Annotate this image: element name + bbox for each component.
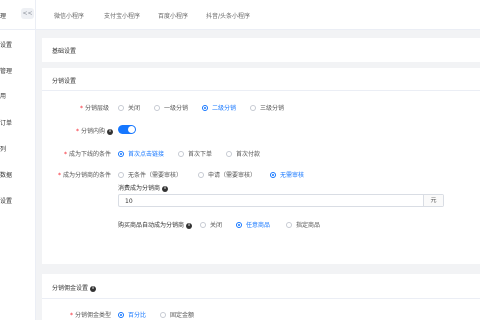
radio-icon xyxy=(160,311,166,318)
consume-amount-value: 10 xyxy=(125,198,133,205)
panel-divider xyxy=(42,298,480,299)
auto-option-any-product[interactable]: 任意商品 xyxy=(236,220,270,229)
distribution-settings-panel: 分销设置 * 分销层级 关闭 一级分销 二级分销 三级分销 * 分销内购 i * 成为下… xyxy=(42,68,480,264)
sidebar-item-manage[interactable]: 管理 xyxy=(0,66,12,75)
commission-type-percent[interactable]: 百分比 xyxy=(118,310,146,319)
radio-icon xyxy=(178,150,184,157)
become-option-apply[interactable]: 申请（需要审核） xyxy=(198,170,256,179)
platform-tabs: 微信小程序 支付宝小程序 百度小程序 抖音/头条小程序 xyxy=(36,0,480,30)
auto-option-off[interactable]: 关闭 xyxy=(200,220,222,229)
sidebar-item-data[interactable]: 数据 xyxy=(0,170,12,179)
basic-settings-title: 基础设置 xyxy=(52,48,77,55)
basic-settings-panel: 基础设置 xyxy=(42,38,480,62)
radio-icon xyxy=(200,221,206,228)
currency-unit: 元 xyxy=(423,195,443,206)
distribution-settings-title: 分销设置 xyxy=(52,78,77,85)
sidebar-header: 理 << xyxy=(0,0,35,30)
commission-type-label: * 分销佣金类型 xyxy=(70,312,112,319)
sidebar-title: 理 xyxy=(0,13,7,20)
sidebar-item-user[interactable]: 用 xyxy=(0,91,6,100)
sidebar-item-orders[interactable]: 订单 xyxy=(0,118,12,127)
sidebar-item-config[interactable]: 设置 xyxy=(0,196,12,205)
radio-icon xyxy=(118,104,124,111)
radio-icon xyxy=(226,150,232,157)
internal-purchase-switch[interactable] xyxy=(118,125,136,134)
consume-amount-input[interactable]: 10 元 xyxy=(118,194,444,207)
radio-icon xyxy=(154,104,160,111)
help-icon: i xyxy=(186,222,193,229)
radio-icon xyxy=(198,171,204,178)
radio-icon xyxy=(250,104,256,111)
bind-option-first-order[interactable]: 首次下单 xyxy=(178,149,212,158)
radio-checked-icon xyxy=(118,150,124,157)
auto-become-label: 购买商品自动成为分销商 i xyxy=(118,220,193,229)
tab-wechat[interactable]: 微信小程序 xyxy=(54,11,84,20)
help-icon: i xyxy=(162,185,169,192)
radio-checked-icon xyxy=(270,171,276,178)
become-option-unconditional[interactable]: 无条件（需要审核） xyxy=(118,170,182,179)
level-option-three[interactable]: 三级分销 xyxy=(250,103,284,112)
level-option-two[interactable]: 二级分销 xyxy=(202,103,236,112)
radio-icon xyxy=(118,171,124,178)
commission-settings-panel: 分销佣金设置 i * 分销佣金类型 百分比 固定金额 xyxy=(42,274,480,320)
tab-douyin[interactable]: 抖音/头条小程序 xyxy=(206,11,250,20)
commission-type-fixed[interactable]: 固定金额 xyxy=(160,310,194,319)
commission-settings-title: 分销佣金设置 i xyxy=(52,283,97,292)
panel-divider xyxy=(42,90,480,91)
radio-checked-icon xyxy=(202,104,208,111)
distribution-level-label: * 分销层级 xyxy=(80,105,110,112)
tab-baidu[interactable]: 百度小程序 xyxy=(158,11,188,20)
help-icon: i xyxy=(107,128,114,135)
become-distributor-label: * 成为分销商的条件 xyxy=(58,172,112,179)
radio-icon xyxy=(286,221,292,228)
consume-distributor-label: 消费成为分销商 i xyxy=(118,183,169,192)
sidebar: 理 << 设置 管理 用 订单 列 数据 设置 xyxy=(0,0,36,320)
bind-option-first-pay[interactable]: 首次付款 xyxy=(226,149,260,158)
auto-option-specified-product[interactable]: 指定商品 xyxy=(286,220,320,229)
sidebar-item-settings[interactable]: 设置 xyxy=(0,40,12,49)
level-option-off[interactable]: 关闭 xyxy=(118,103,140,112)
internal-purchase-label: * 分销内购 i xyxy=(76,126,114,135)
sidebar-item-list[interactable]: 列 xyxy=(0,144,6,153)
downline-condition-label: * 成为下线的条件 xyxy=(64,151,112,158)
tab-alipay[interactable]: 支付宝小程序 xyxy=(104,11,140,20)
bind-option-first-click[interactable]: 首次点击链接 xyxy=(118,149,164,158)
radio-checked-icon xyxy=(236,221,242,228)
collapse-sidebar-button[interactable]: << xyxy=(21,8,34,19)
radio-checked-icon xyxy=(118,311,124,318)
help-icon: i xyxy=(90,285,97,292)
become-option-no-review[interactable]: 无需审核 xyxy=(270,170,304,179)
level-option-one[interactable]: 一级分销 xyxy=(154,103,188,112)
